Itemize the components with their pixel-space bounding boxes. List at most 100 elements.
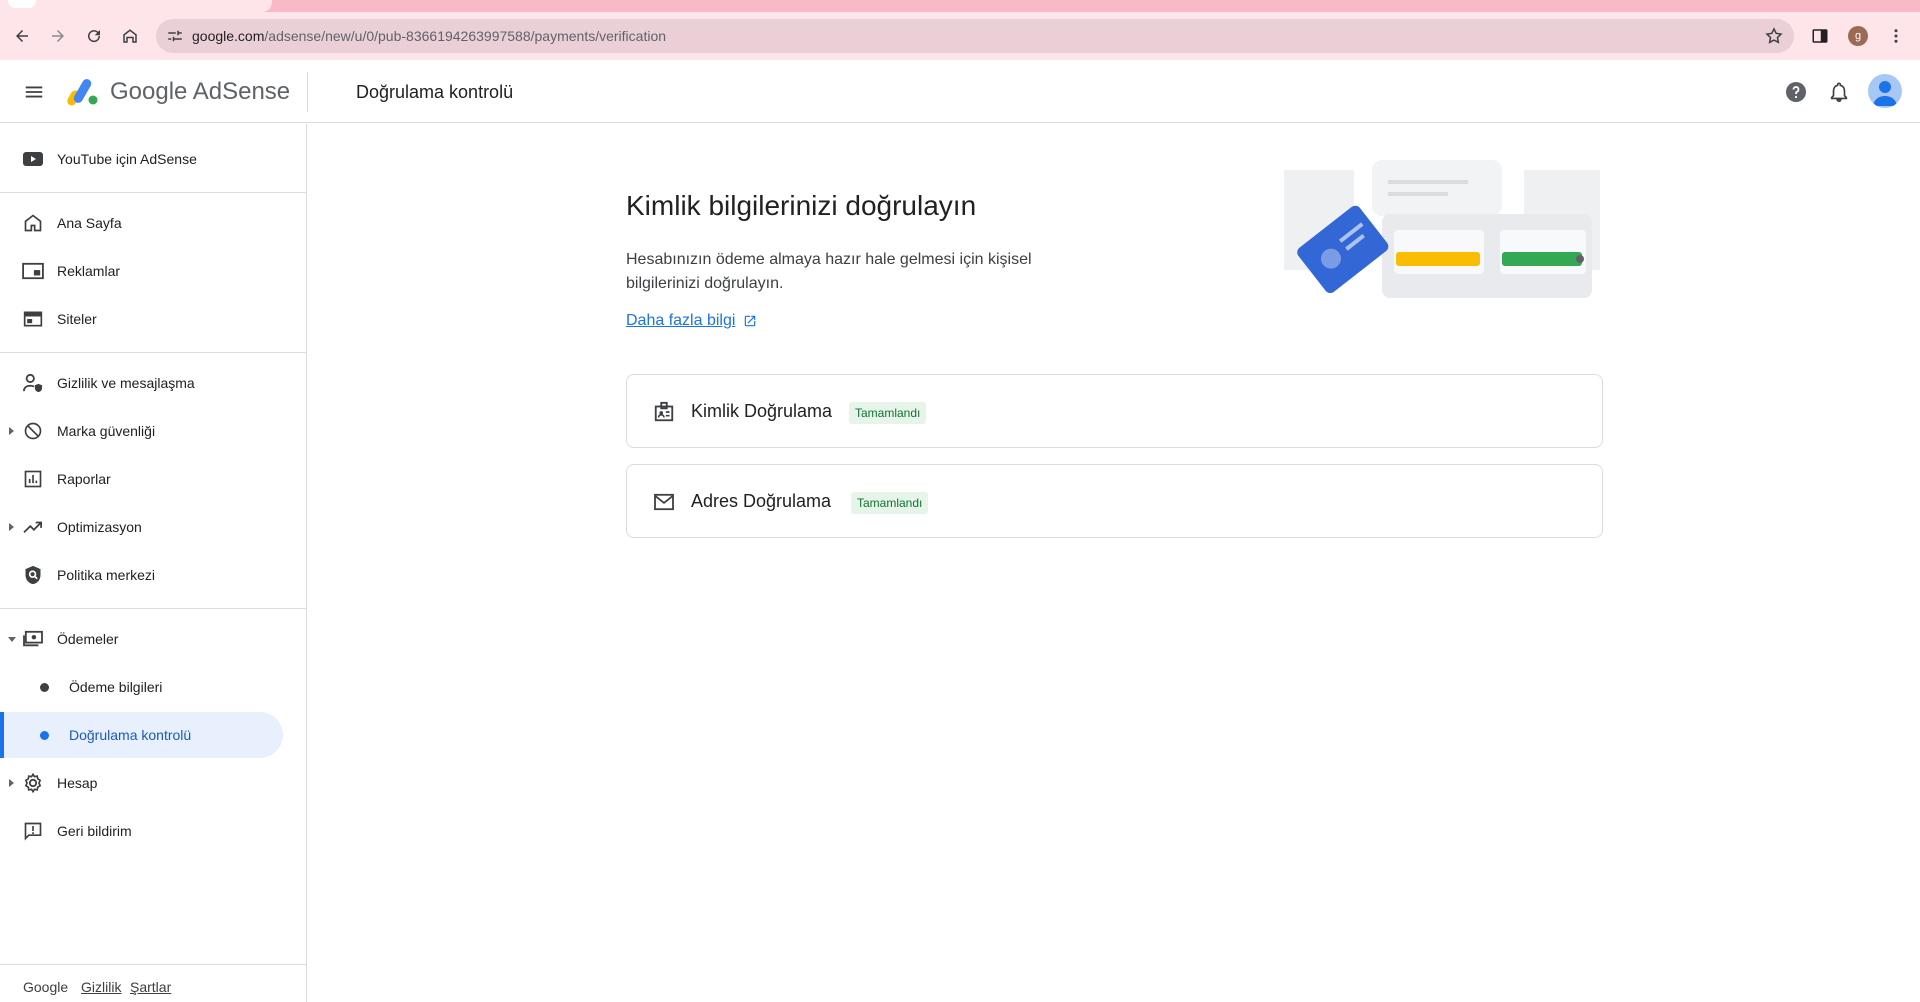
open-in-new-icon — [745, 315, 756, 327]
forward-button[interactable] — [42, 20, 74, 52]
id-badge-icon — [651, 399, 677, 425]
sidebar-item-label: Politika merkezi — [57, 567, 156, 583]
sidebar: YouTube için AdSense Ana Sayfa Reklamlar… — [0, 124, 307, 1002]
gear-icon — [22, 772, 44, 794]
browser-toolbar: google.com/adsense/new/u/0/pub-836619426… — [0, 12, 1920, 60]
sidebar-item-label: Ödeme bilgileri — [69, 679, 163, 695]
sidebar-footer: Google Gizlilik Şartlar — [0, 964, 306, 1002]
sidebar-divider — [0, 192, 306, 193]
menu-icon — [25, 86, 43, 98]
bullet-icon — [40, 683, 49, 692]
sidebar-item-brand-safety[interactable]: Marka güvenliği — [0, 408, 283, 454]
arrow-left-icon — [16, 30, 28, 42]
trending-up-icon — [22, 516, 44, 538]
sidebar-item-ads[interactable]: Reklamlar — [0, 248, 283, 294]
identity-verification-card[interactable]: Kimlik Doğrulama Tamamlandı — [626, 374, 1603, 448]
policy-shield-icon — [22, 564, 44, 586]
sidebar-item-label: Ödemeler — [57, 631, 119, 647]
reload-button[interactable] — [78, 20, 110, 52]
footer-privacy-link[interactable]: Gizlilik — [81, 979, 121, 995]
url-text[interactable]: google.com/adsense/new/u/0/pub-836619426… — [192, 28, 666, 44]
status-badge: Tamamlandı — [851, 492, 929, 514]
sidebar-item-sites[interactable]: Siteler — [0, 296, 283, 342]
feedback-icon — [22, 820, 44, 842]
account-avatar[interactable] — [1868, 74, 1902, 108]
sidebar-item-label: YouTube için AdSense — [57, 151, 197, 167]
sidebar-item-label: Geri bildirim — [57, 823, 132, 839]
profile-button[interactable]: g — [1842, 20, 1874, 52]
header-divider — [307, 72, 308, 112]
sidebar-item-reports[interactable]: Raporlar — [0, 456, 283, 502]
expand-caret-icon[interactable] — [9, 523, 14, 531]
bar-chart-icon — [22, 468, 44, 490]
address-bar[interactable]: google.com/adsense/new/u/0/pub-836619426… — [156, 19, 1794, 53]
sites-icon — [22, 308, 44, 330]
payments-icon — [22, 628, 44, 650]
verification-heading: Kimlik bilgilerinizi doğrulayın — [626, 190, 977, 221]
side-panel-button[interactable] — [1804, 20, 1836, 52]
youtube-icon — [22, 148, 44, 170]
arrow-right-icon — [52, 30, 64, 42]
sidebar-item-account[interactable]: Hesap — [0, 760, 283, 806]
sidebar-item-optimization[interactable]: Optimizasyon — [0, 504, 283, 550]
sidebar-item-feedback[interactable]: Geri bildirim — [0, 808, 283, 854]
bell-icon — [1830, 82, 1848, 102]
back-button[interactable] — [6, 20, 38, 52]
home-icon — [123, 29, 137, 43]
adsense-logo-icon — [67, 79, 98, 106]
profile-chip: g — [1848, 26, 1868, 46]
sidebar-item-label: Optimizasyon — [57, 519, 142, 535]
more-vert-icon — [1894, 29, 1898, 43]
ads-icon — [22, 260, 44, 282]
identity-verification-title: Kimlik Doğrulama — [691, 401, 833, 421]
sidebar-item-label: Siteler — [57, 311, 97, 327]
sidebar-item-policy-center[interactable]: Politika merkezi — [0, 552, 283, 598]
page-title: Doğrulama kontrolü — [356, 82, 514, 102]
sidebar-item-payment-info[interactable]: Ödeme bilgileri — [0, 664, 283, 710]
sidebar-item-label: Reklamlar — [57, 263, 121, 279]
browser-tabstrip — [0, 0, 1920, 12]
home-button[interactable] — [114, 20, 146, 52]
sidebar-item-verification[interactable]: Doğrulama kontrolü — [0, 712, 283, 758]
brand-name[interactable]: Google AdSense — [110, 78, 290, 106]
browser-menu-button[interactable] — [1880, 20, 1912, 52]
tab-favicon-icon — [8, 0, 36, 8]
sidebar-divider — [0, 608, 306, 609]
learn-more-link[interactable]: Daha fazla bilgi — [626, 312, 757, 330]
help-icon — [1786, 82, 1806, 102]
expand-caret-icon[interactable] — [9, 779, 14, 787]
reload-icon — [88, 30, 101, 43]
help-button[interactable] — [1782, 78, 1810, 106]
notifications-button[interactable] — [1825, 78, 1853, 106]
id-verification-illustration — [1284, 160, 1600, 298]
sidebar-item-home[interactable]: Ana Sayfa — [0, 200, 283, 246]
verification-description: Hesabınızın ödeme almaya hazır hale gelm… — [626, 251, 1032, 292]
person-icon — [1873, 81, 1897, 106]
url-path: /adsense/new/u/0/pub-8366194263997588/pa… — [264, 28, 667, 44]
mail-icon — [651, 489, 677, 515]
main-menu-button[interactable] — [19, 77, 49, 107]
bookmark-star-icon[interactable] — [1764, 26, 1784, 46]
address-verification-card[interactable]: Adres Doğrulama Tamamlandı — [626, 464, 1603, 538]
main-content: Kimlik bilgilerinizi doğrulayın Hesabını… — [308, 124, 1920, 1002]
side-panel-icon — [1812, 29, 1828, 43]
privacy-person-icon — [22, 372, 44, 394]
block-icon — [22, 420, 44, 442]
url-host: google.com — [192, 28, 265, 44]
footer-google: Google — [23, 979, 69, 995]
collapse-caret-icon[interactable] — [8, 637, 16, 642]
sidebar-divider — [0, 352, 306, 353]
sidebar-item-label: Gizlilik ve mesajlaşma — [57, 375, 195, 391]
bullet-icon — [40, 731, 49, 740]
expand-caret-icon[interactable] — [9, 427, 14, 435]
footer-terms-link[interactable]: Şartlar — [130, 979, 171, 995]
sidebar-item-label: Ana Sayfa — [57, 215, 122, 231]
home-icon — [22, 212, 44, 234]
sidebar-item-label: Raporlar — [57, 471, 111, 487]
sidebar-item-privacy-messaging[interactable]: Gizlilik ve mesajlaşma — [0, 360, 283, 406]
site-info-icon[interactable] — [166, 27, 184, 45]
sidebar-item-youtube[interactable]: YouTube için AdSense — [0, 136, 283, 182]
sidebar-item-payments[interactable]: Ödemeler — [0, 616, 283, 662]
sidebar-item-label: Hesap — [57, 775, 98, 791]
browser-tab[interactable] — [0, 0, 272, 12]
